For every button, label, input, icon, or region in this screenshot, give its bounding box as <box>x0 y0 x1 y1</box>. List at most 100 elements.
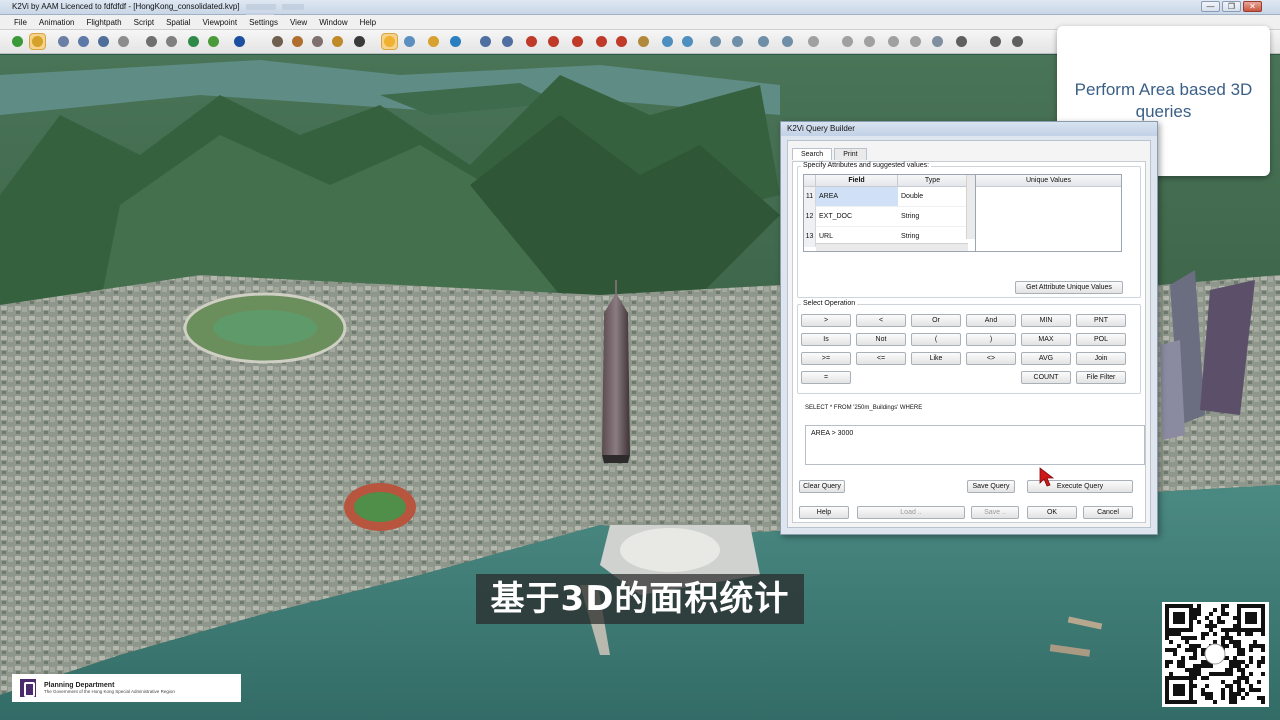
op-is-button[interactable]: Is <box>801 333 851 346</box>
clear-query-button[interactable]: Clear Query <box>799 480 845 493</box>
toolbar-tool-icon[interactable] <box>806 34 821 49</box>
toolbar-tool-icon[interactable] <box>310 34 325 49</box>
load-button[interactable]: Load .. <box>857 506 965 519</box>
op-lt-button[interactable]: < <box>856 314 906 327</box>
toolbar-tool-icon[interactable] <box>614 34 629 49</box>
op-count-button[interactable]: COUNT <box>1021 371 1071 384</box>
qr-module <box>1241 672 1245 676</box>
op-lte-button[interactable]: <= <box>856 352 906 365</box>
op-lparen-button[interactable]: ( <box>911 333 961 346</box>
toolbar-tool-icon[interactable] <box>206 34 221 49</box>
toolbar-tool-icon[interactable] <box>10 34 25 49</box>
toolbar-tool-icon[interactable] <box>730 34 745 49</box>
op-gt-button[interactable]: > <box>801 314 851 327</box>
toolbar-tool-icon[interactable] <box>862 34 877 49</box>
sql-where-editor[interactable]: AREA > 3000 <box>805 425 1145 465</box>
toolbar-tool-icon[interactable] <box>56 34 71 49</box>
menu-viewpoint[interactable]: Viewpoint <box>197 18 244 27</box>
toolbar-tool-icon[interactable] <box>448 34 463 49</box>
toolbar-tool-icon[interactable] <box>988 34 1003 49</box>
op-rparen-button[interactable]: ) <box>966 333 1016 346</box>
menu-file[interactable]: File <box>8 18 33 27</box>
op-like-button[interactable]: Like <box>911 352 961 365</box>
toolbar-tool-icon[interactable] <box>660 34 675 49</box>
toolbar-tool-icon[interactable] <box>352 34 367 49</box>
menu-window[interactable]: Window <box>313 18 353 27</box>
attribute-grid[interactable]: Field Type 11 AREA Double 12 EXT_DOC Str… <box>803 174 976 252</box>
op-join-button[interactable]: Join <box>1076 352 1126 365</box>
menu-script[interactable]: Script <box>128 18 160 27</box>
menu-help[interactable]: Help <box>354 18 382 27</box>
toolbar-tool-icon[interactable] <box>780 34 795 49</box>
toolbar-tool-icon[interactable] <box>636 34 651 49</box>
menu-settings[interactable]: Settings <box>243 18 284 27</box>
toolbar-tool-icon[interactable] <box>680 34 695 49</box>
toolbar-tool-icon[interactable] <box>908 34 923 49</box>
op-gte-button[interactable]: >= <box>801 352 851 365</box>
op-max-button[interactable]: MAX <box>1021 333 1071 346</box>
ok-button[interactable]: OK <box>1027 506 1077 519</box>
get-unique-values-button[interactable]: Get Attribute Unique Values <box>1015 281 1123 294</box>
op-not-button[interactable]: Not <box>856 333 906 346</box>
field-column-header[interactable]: Field <box>816 175 898 187</box>
toolbar-tool-icon[interactable] <box>886 34 901 49</box>
menu-spatial[interactable]: Spatial <box>160 18 196 27</box>
op-and-button[interactable]: And <box>966 314 1016 327</box>
toolbar-tool-icon[interactable] <box>954 34 969 49</box>
qr-module <box>1261 632 1265 636</box>
toolbar-tool-icon[interactable] <box>426 34 441 49</box>
tab-print[interactable]: Print <box>834 148 867 160</box>
toolbar-tool-icon[interactable] <box>186 34 201 49</box>
qr-module <box>1197 644 1201 648</box>
op-avg-button[interactable]: AVG <box>1021 352 1071 365</box>
toolbar-tool-icon[interactable] <box>402 34 417 49</box>
menu-flightpath[interactable]: Flightpath <box>80 18 127 27</box>
op-min-button[interactable]: MIN <box>1021 314 1071 327</box>
toolbar-tool-icon[interactable] <box>840 34 855 49</box>
toolbar-tool-icon[interactable] <box>594 34 609 49</box>
toolbar-tool-icon[interactable] <box>570 34 585 49</box>
toolbar-tool-icon[interactable] <box>524 34 539 49</box>
op-pnt-button[interactable]: PNT <box>1076 314 1126 327</box>
toolbar-tool-icon[interactable] <box>232 34 247 49</box>
toolbar-tool-icon[interactable] <box>76 34 91 49</box>
save-button[interactable]: Save .. <box>971 506 1019 519</box>
op-or-button[interactable]: Or <box>911 314 961 327</box>
toolbar-tool-icon[interactable] <box>381 33 398 50</box>
toolbar-tool-icon[interactable] <box>1010 34 1025 49</box>
grid-vertical-scrollbar[interactable] <box>966 175 975 239</box>
save-query-button[interactable]: Save Query <box>967 480 1015 493</box>
cancel-button[interactable]: Cancel <box>1083 506 1133 519</box>
qr-code-icon <box>1162 602 1269 707</box>
toolbar-tool-icon[interactable] <box>546 34 561 49</box>
toolbar-tool-icon[interactable] <box>478 34 493 49</box>
op-neq-button[interactable]: <> <box>966 352 1016 365</box>
toolbar-tool-icon[interactable] <box>164 34 179 49</box>
minimize-button[interactable]: — <box>1201 1 1220 12</box>
toolbar-tool-icon[interactable] <box>29 33 46 50</box>
toolbar-tool-icon[interactable] <box>330 34 345 49</box>
help-button[interactable]: Help <box>799 506 849 519</box>
menu-animation[interactable]: Animation <box>33 18 81 27</box>
toolbar-tool-icon[interactable] <box>930 34 945 49</box>
maximize-button[interactable]: ❐ <box>1222 1 1241 12</box>
toolbar-tool-icon[interactable] <box>290 34 305 49</box>
op-eq-button[interactable]: = <box>801 371 851 384</box>
type-column-header[interactable]: Type <box>898 175 968 187</box>
unique-values-list[interactable]: Unique Values <box>975 174 1122 252</box>
menu-view[interactable]: View <box>284 18 313 27</box>
toolbar-tool-icon[interactable] <box>500 34 515 49</box>
op-pol-button[interactable]: POL <box>1076 333 1126 346</box>
grid-horizontal-scrollbar[interactable] <box>816 243 968 251</box>
toolbar-tool-icon[interactable] <box>270 34 285 49</box>
tab-search[interactable]: Search <box>792 148 833 160</box>
field-cell[interactable]: AREA <box>816 187 898 207</box>
toolbar-tool-icon[interactable] <box>116 34 131 49</box>
file-filter-button[interactable]: File Filter <box>1076 371 1126 384</box>
toolbar-tool-icon[interactable] <box>756 34 771 49</box>
close-button[interactable]: ✕ <box>1243 1 1262 12</box>
toolbar-tool-icon[interactable] <box>96 34 111 49</box>
toolbar-tool-icon[interactable] <box>144 34 159 49</box>
toolbar-tool-icon[interactable] <box>708 34 723 49</box>
field-cell[interactable]: EXT_DOC <box>816 207 898 227</box>
